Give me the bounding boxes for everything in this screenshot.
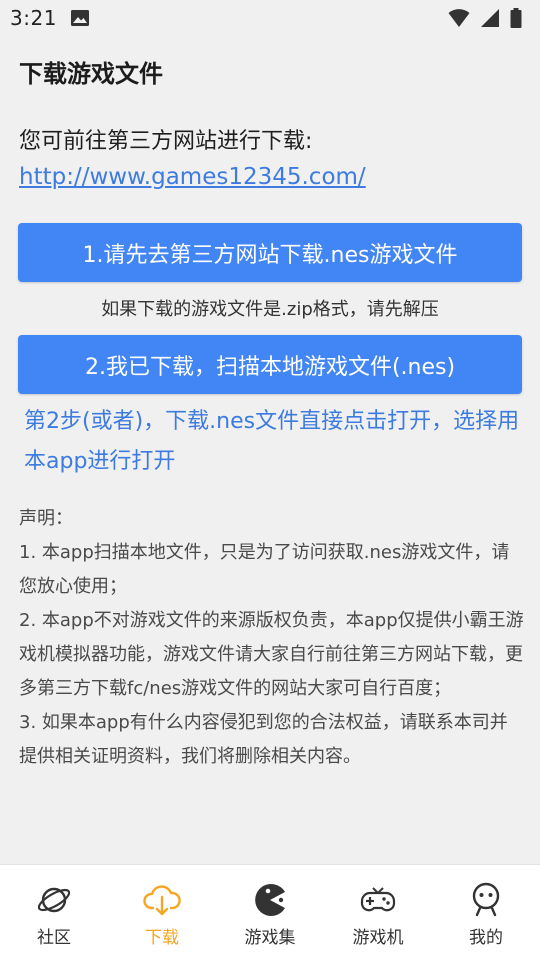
download-games-button[interactable]: 1.请先去第三方网站下载.nes游戏文件 xyxy=(18,223,522,282)
nav-label: 下载 xyxy=(145,928,179,948)
nav-item-profile[interactable]: 我的 xyxy=(432,865,540,960)
disclaimer-heading: 声明： xyxy=(19,508,73,529)
gamepad-icon xyxy=(360,887,396,912)
disclaimer-item: 2. 本app不对游戏文件的来源版权负责，本app仅提供小霸王游戏机模拟器功能，… xyxy=(19,610,524,699)
image-notification-icon xyxy=(70,10,89,26)
page-title: 下载游戏文件 xyxy=(19,60,163,88)
intro-text: 您可前往第三方网站进行下载: xyxy=(19,129,313,154)
disclaimer: 声明： 1. 本app扫描本地文件，只是为了访问获取.nes游戏文件，请您放心使… xyxy=(19,502,525,774)
battery-icon xyxy=(510,8,522,28)
nav-item-download[interactable]: 下载 xyxy=(108,865,216,960)
nav-item-community[interactable]: 社区 xyxy=(0,865,108,960)
third-party-site-link[interactable]: http://www.games12345.com/ xyxy=(19,164,366,190)
nav-label: 游戏集 xyxy=(244,928,296,948)
step2-tip: 第2步(或者)，下载.nes文件直接点击打开，选择用本app进行打开 xyxy=(24,409,520,474)
status-right xyxy=(448,8,522,28)
zip-hint: 如果下载的游戏文件是.zip格式，请先解压 xyxy=(101,299,439,320)
scan-local-games-button-label: 2.我已下载，扫描本地游戏文件(.nes) xyxy=(84,354,456,380)
status-time: 3:21 xyxy=(10,6,57,30)
nav-item-game-console[interactable]: 游戏机 xyxy=(324,865,432,960)
cloud-download-icon xyxy=(143,885,181,916)
scan-local-games-button[interactable]: 2.我已下载，扫描本地游戏文件(.nes) xyxy=(18,335,522,394)
download-games-button-label: 1.请先去第三方网站下载.nes游戏文件 xyxy=(82,242,458,268)
status-bar: 3:21 xyxy=(0,0,540,36)
disclaimer-item: 3. 如果本app有什么内容侵犯到您的合法权益，请联系本司并提供相关证明资料，我… xyxy=(19,712,508,767)
profile-icon xyxy=(472,882,500,917)
signal-icon xyxy=(481,9,499,27)
nav-item-game-collection[interactable]: 游戏集 xyxy=(216,865,324,960)
nav-label: 游戏机 xyxy=(352,928,404,948)
main-content: 下载游戏文件 您可前往第三方网站进行下载: http://www.games12… xyxy=(0,36,540,864)
disclaimer-item: 1. 本app扫描本地文件，只是为了访问获取.nes游戏文件，请您放心使用； xyxy=(19,542,510,597)
pacman-icon xyxy=(255,884,285,916)
nav-label: 我的 xyxy=(469,928,503,948)
nav-label: 社区 xyxy=(37,928,71,948)
bottom-nav: 社区 下载 游戏集 游戏机 我的 xyxy=(0,864,540,960)
planet-icon xyxy=(37,887,71,913)
wifi-icon xyxy=(448,9,470,27)
